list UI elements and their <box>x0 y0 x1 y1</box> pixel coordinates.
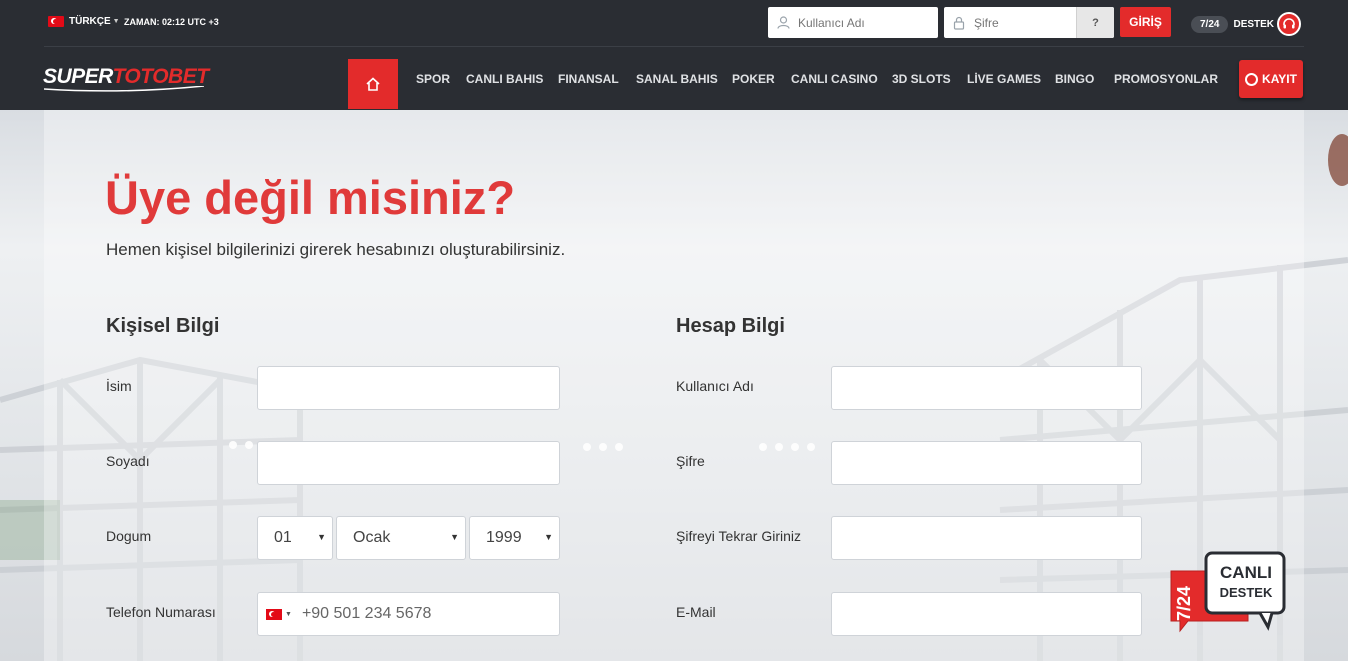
birth-year-select[interactable]: 1999 ▼ <box>469 516 560 560</box>
nav-item-finansal[interactable]: FINANSAL <box>558 72 619 86</box>
nav-item-3d-slots[interactable]: 3D SLOTS <box>892 72 951 86</box>
email-label: E-Mail <box>676 604 716 620</box>
birth-day-select[interactable]: 01 ▼ <box>257 516 333 560</box>
password-label: Şifre <box>676 453 705 469</box>
birth-month-value: Ocak <box>353 529 391 546</box>
user-circle-icon <box>1245 72 1259 86</box>
lock-icon <box>952 16 966 30</box>
phone-label: Telefon Numarası <box>106 604 216 620</box>
name-label: İsim <box>106 378 132 394</box>
support-link[interactable]: 7/24 DESTEK <box>1191 12 1302 36</box>
language-label: TÜRKÇE <box>69 16 111 27</box>
password-repeat-label: Şifreyi Tekrar Giriniz <box>676 528 801 544</box>
nav-item-canli-casino[interactable]: CANLI CASINO <box>791 72 878 86</box>
nav-item-bingo[interactable]: BINGO <box>1055 72 1094 86</box>
live-support-widget[interactable]: 7/24 CANLI DESTEK <box>1168 551 1288 651</box>
surname-label: Soyadı <box>106 453 150 469</box>
birth-month-select[interactable]: Ocak ▼ <box>336 516 466 560</box>
logo-swoosh-icon <box>44 86 204 92</box>
chevron-down-icon: ▼ <box>317 532 326 542</box>
forgot-password-button[interactable]: ? <box>1076 7 1114 38</box>
account-info-title: Hesap Bilgi <box>676 315 785 337</box>
home-icon <box>366 77 380 91</box>
chevron-down-icon: ▼ <box>112 18 120 25</box>
nav-item-canli-bahis[interactable]: CANLI BAHIS <box>466 72 543 86</box>
user-icon <box>776 16 790 30</box>
live-support-hours: 7/24 <box>1174 585 1194 621</box>
birth-day-value: 01 <box>274 529 292 546</box>
headset-icon <box>1277 12 1302 36</box>
phone-field[interactable]: ▼ +90 501 234 5678 <box>257 592 560 636</box>
chevron-down-icon: ▼ <box>450 532 459 542</box>
username-field-wrapper <box>768 7 938 38</box>
live-support-line1: CANLI <box>1220 563 1272 582</box>
site-header: TÜRKÇE ▼ ZAMAN: 02:12 UTC +3 ? GİRİŞ 7/2… <box>0 0 1348 110</box>
password-repeat-input[interactable] <box>831 516 1142 560</box>
username-input[interactable] <box>798 15 918 30</box>
password-input[interactable] <box>974 15 1064 30</box>
chevron-down-icon: ▼ <box>544 532 553 542</box>
page-title: Üye değil misiniz? <box>105 171 516 224</box>
birth-year-value: 1999 <box>486 529 522 546</box>
nav-item-spor[interactable]: SPOR <box>416 72 450 86</box>
logo-text-toto: TOTOBET <box>112 65 209 88</box>
page-subtitle: Hemen kişisel bilgilerinizi girerek hesa… <box>106 240 566 259</box>
support-hours-badge: 7/24 <box>1191 15 1229 33</box>
turkey-flag-icon <box>48 16 64 27</box>
logo-text-super: SUPER <box>43 65 113 88</box>
chevron-down-icon: ▼ <box>285 610 292 618</box>
nav-item-poker[interactable]: POKER <box>732 72 775 86</box>
personal-info-title: Kişisel Bilgi <box>106 315 220 337</box>
nav-item-promosyonlar[interactable]: PROMOSYONLAR <box>1114 72 1218 86</box>
support-label: DESTEK <box>1233 18 1275 30</box>
register-label: KAYIT <box>1262 72 1297 86</box>
nav-item-live-games[interactable]: LİVE GAMES <box>967 72 1041 86</box>
phone-placeholder: +90 501 234 5678 <box>301 605 432 622</box>
live-support-line2: DESTEK <box>1219 585 1273 600</box>
top-bar: TÜRKÇE ▼ ZAMAN: 02:12 UTC +3 ? GİRİŞ 7/2… <box>0 0 1348 47</box>
surname-input[interactable] <box>257 441 560 485</box>
top-divider <box>44 46 1304 47</box>
register-password-input[interactable] <box>831 441 1142 485</box>
language-selector[interactable]: TÜRKÇE ▼ <box>48 16 120 27</box>
email-input[interactable] <box>831 592 1142 636</box>
home-button[interactable] <box>348 59 398 109</box>
register-button[interactable]: KAYIT <box>1239 60 1303 98</box>
register-username-input[interactable] <box>831 366 1142 410</box>
server-clock: ZAMAN: 02:12 UTC +3 <box>124 17 219 27</box>
password-field-wrapper: ? <box>944 7 1114 38</box>
turkey-flag-icon <box>266 608 282 620</box>
username-label: Kullanıcı Adı <box>676 378 754 394</box>
login-button[interactable]: GİRİŞ <box>1120 7 1171 37</box>
name-input[interactable] <box>257 366 560 410</box>
nav-item-sanal-bahis[interactable]: SANAL BAHIS <box>636 72 718 86</box>
birth-label: Dogum <box>106 528 152 544</box>
